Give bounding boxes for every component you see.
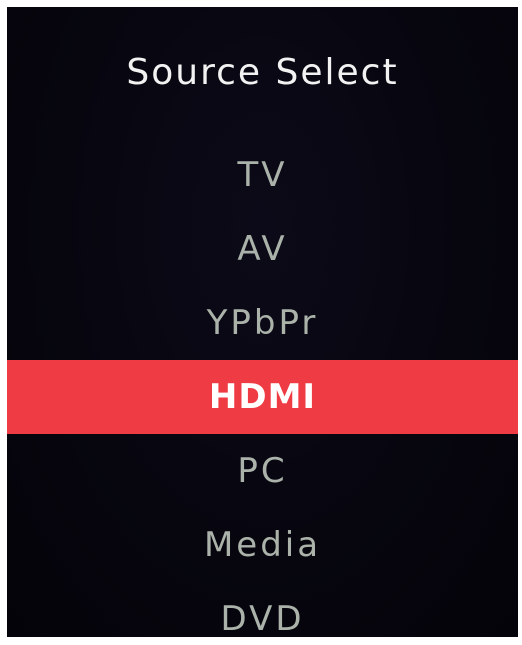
source-item-media[interactable]: Media	[7, 508, 518, 582]
source-select-screen: Source Select TV AV YPbPr HDMI PC Media …	[7, 7, 518, 637]
source-item-pc[interactable]: PC	[7, 434, 518, 508]
menu-title: Source Select	[126, 52, 399, 93]
source-item-av[interactable]: AV	[7, 212, 518, 286]
source-item-ypbpr[interactable]: YPbPr	[7, 286, 518, 360]
source-list: TV AV YPbPr HDMI PC Media DVD	[7, 138, 518, 637]
source-item-tv[interactable]: TV	[7, 138, 518, 212]
source-item-hdmi[interactable]: HDMI	[7, 360, 518, 434]
source-item-dvd[interactable]: DVD	[7, 582, 518, 637]
